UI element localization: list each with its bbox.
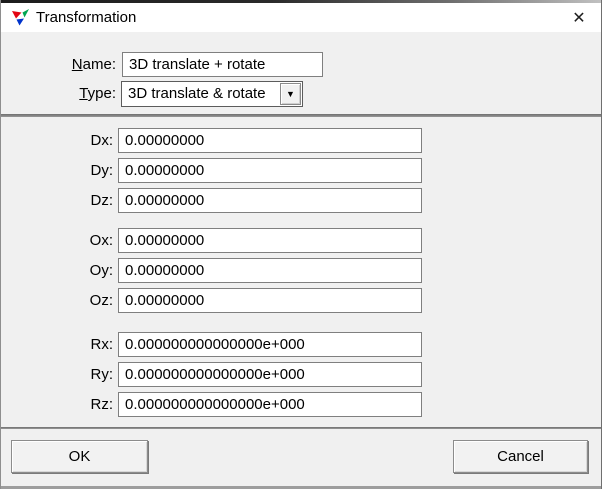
oz-label: Oz: <box>89 292 113 309</box>
ry-label: Ry: <box>90 366 114 383</box>
rz-field[interactable] <box>118 392 422 417</box>
dx-label: Dx: <box>90 132 114 149</box>
rx-row: Rx: <box>1 332 601 357</box>
oz-row: Oz: <box>1 288 601 313</box>
close-icon: ✕ <box>572 10 586 27</box>
ox-field[interactable] <box>118 228 422 253</box>
chevron-down-icon: ▼ <box>286 88 295 99</box>
type-dropdown-value: 3D translate & rotate <box>128 85 266 102</box>
oy-label: Oy: <box>89 262 113 279</box>
type-row: Type: 3D translate & rotate ▼ <box>1 81 601 107</box>
app-icon <box>12 9 29 26</box>
dz-field[interactable] <box>118 188 422 213</box>
rx-field[interactable] <box>118 332 422 357</box>
ry-field[interactable] <box>118 362 422 387</box>
dz-label: Dz: <box>90 192 114 209</box>
rz-label: Rz: <box>90 396 114 413</box>
type-dropdown-button[interactable]: ▼ <box>280 83 301 105</box>
transformation-dialog: Transformation ✕ Name: Type: 3D translat… <box>0 0 602 489</box>
ok-button-label: OK <box>68 448 91 465</box>
name-row: Name: <box>1 52 601 78</box>
dx-row: Dx: <box>1 128 601 153</box>
ry-row: Ry: <box>1 362 601 387</box>
oy-field[interactable] <box>118 258 422 283</box>
divider-top <box>1 114 601 117</box>
oz-field[interactable] <box>118 288 422 313</box>
titlebar: Transformation ✕ <box>1 3 601 32</box>
dx-field[interactable] <box>118 128 422 153</box>
window-title: Transformation <box>36 9 137 26</box>
dy-field[interactable] <box>118 158 422 183</box>
ox-label: Ox: <box>89 232 113 249</box>
dy-row: Dy: <box>1 158 601 183</box>
type-dropdown[interactable]: 3D translate & rotate ▼ <box>121 81 303 107</box>
close-button[interactable]: ✕ <box>561 5 597 31</box>
divider-bottom <box>1 427 601 429</box>
ox-row: Ox: <box>1 228 601 253</box>
oy-row: Oy: <box>1 258 601 283</box>
cancel-button-label: Cancel <box>497 448 544 465</box>
name-field[interactable] <box>122 52 323 77</box>
cancel-button[interactable]: Cancel <box>453 440 588 473</box>
dz-row: Dz: <box>1 188 601 213</box>
ok-button[interactable]: OK <box>11 440 148 473</box>
name-label: Name: <box>71 56 116 73</box>
rx-label: Rx: <box>90 336 114 353</box>
type-label: Type: <box>79 85 116 102</box>
dy-label: Dy: <box>90 162 114 179</box>
rz-row: Rz: <box>1 392 601 417</box>
